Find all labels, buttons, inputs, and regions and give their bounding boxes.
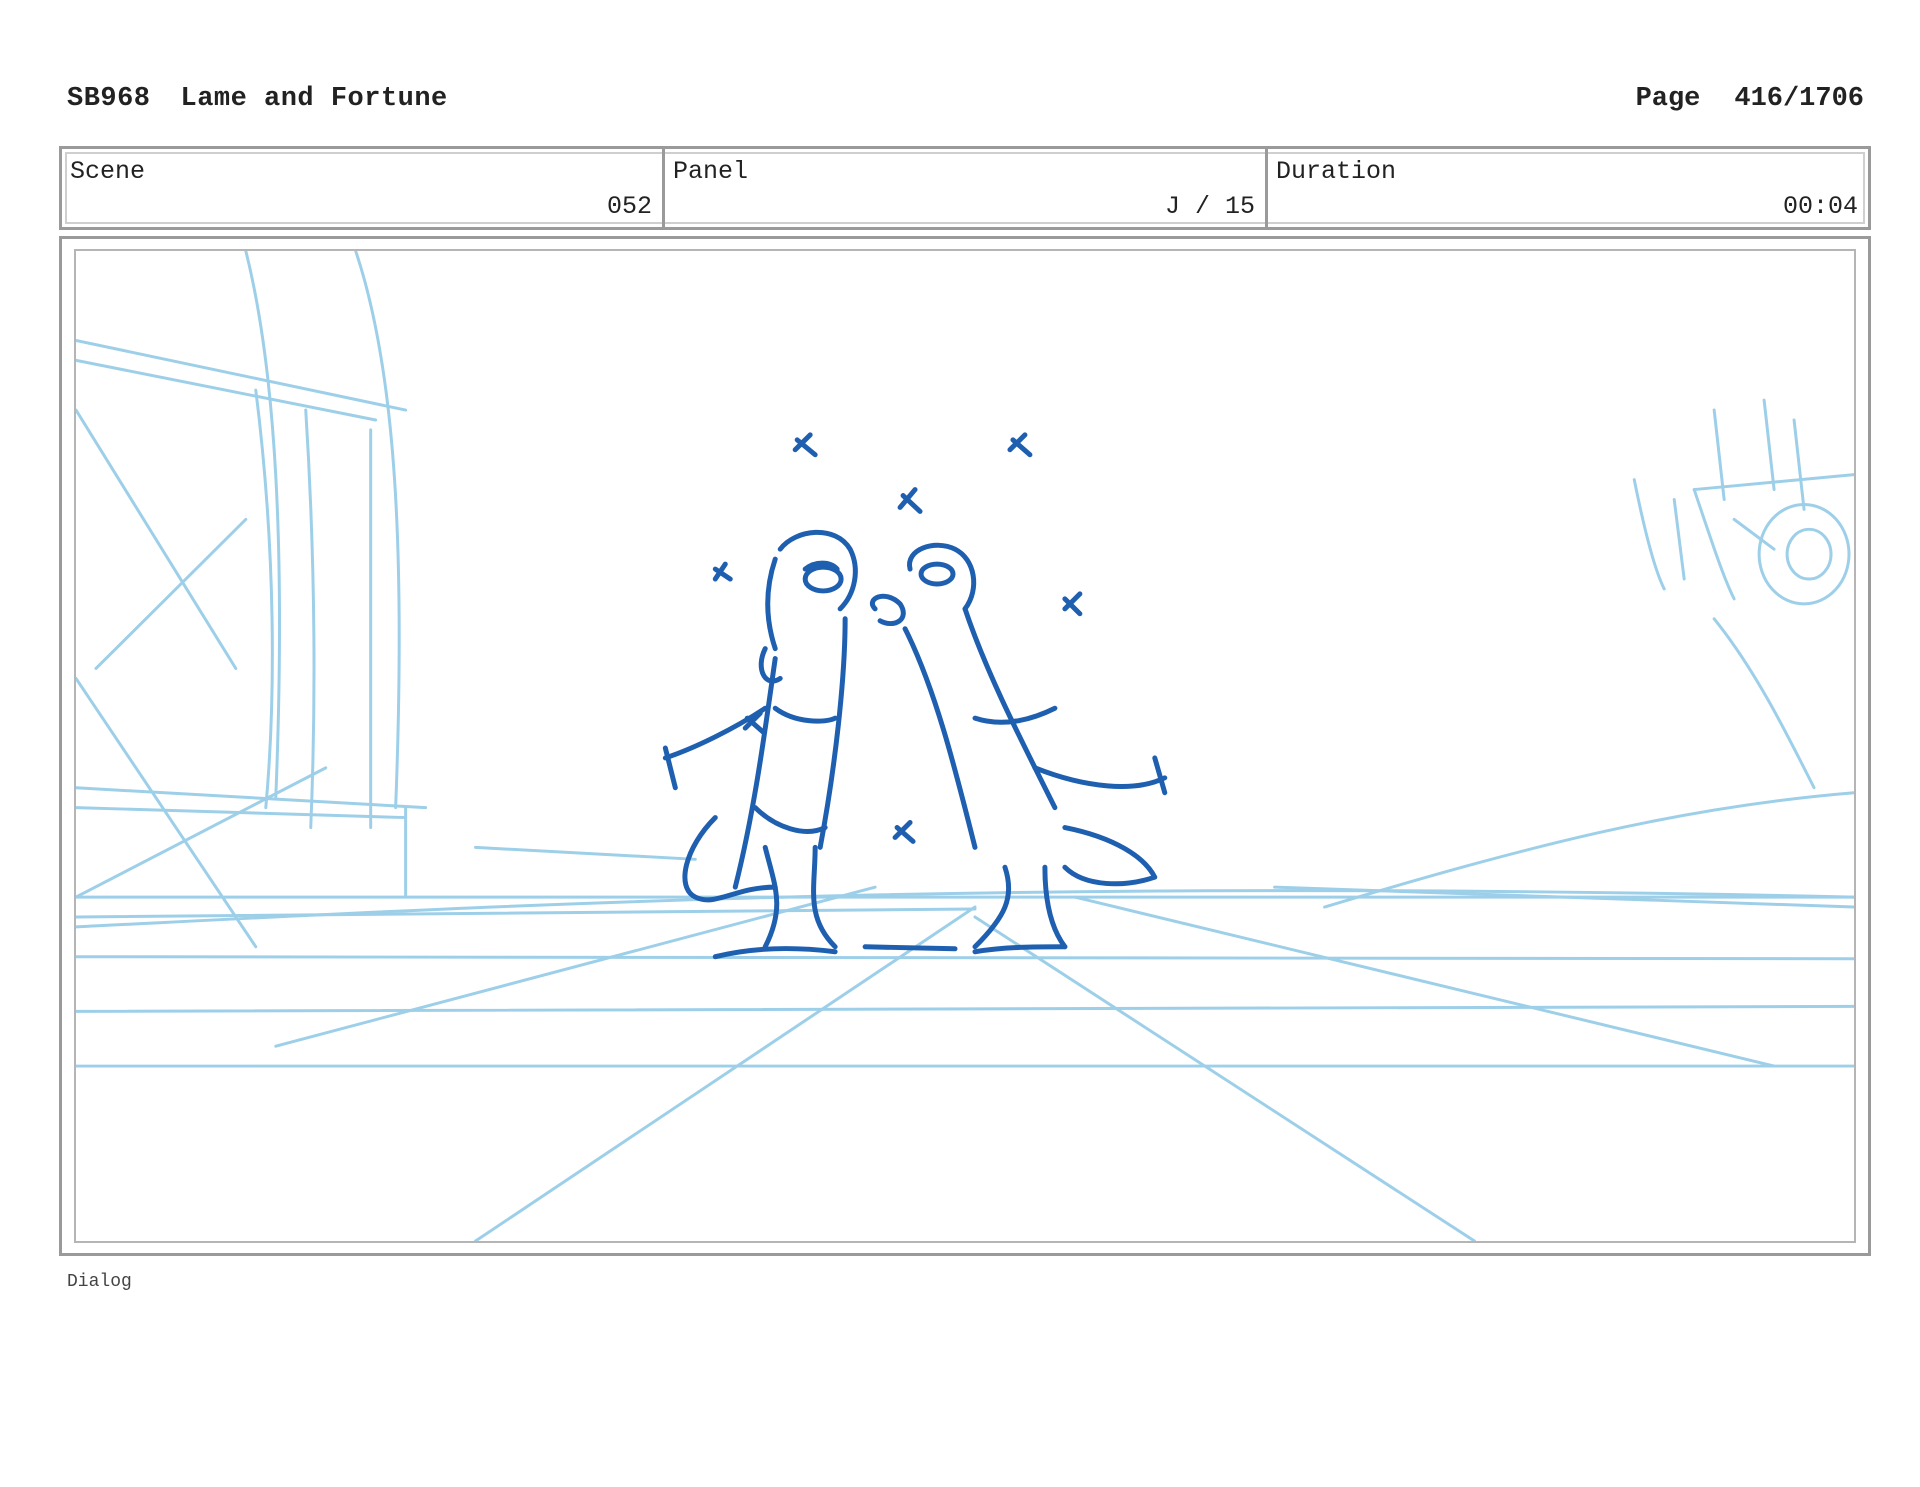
panel-label: Panel — [673, 157, 749, 186]
dialog-label: Dialog — [67, 1272, 132, 1292]
duration-cell: Duration 00:04 — [1268, 149, 1868, 227]
duration-value: 00:04 — [1782, 192, 1858, 221]
duration-label: Duration — [1276, 157, 1397, 186]
panel-info-table: Scene 052 Panel J / 15 Duration 00:04 — [59, 146, 1871, 230]
scene-cell: Scene 052 — [62, 149, 665, 227]
page-value: 416/1706 — [1734, 84, 1864, 114]
characters-sketch — [662, 432, 1168, 960]
scene-label: Scene — [70, 157, 146, 186]
panel-cell: Panel J / 15 — [665, 149, 1268, 227]
panel-frame — [59, 236, 1871, 1256]
page-label: Page — [1635, 84, 1701, 114]
layout-lines — [76, 251, 1854, 1241]
page-counter: Page 416/1706 — [1636, 84, 1864, 114]
episode-title: Lame and Fortune — [180, 84, 448, 114]
storyboard-sketch — [76, 251, 1854, 1241]
scene-value: 052 — [606, 192, 652, 221]
storyboard-code: SB968 — [67, 84, 151, 114]
header-title-block: SB968 Lame and Fortune — [67, 84, 478, 114]
panel-value: J / 15 — [1164, 192, 1255, 221]
panel-image — [74, 249, 1856, 1243]
